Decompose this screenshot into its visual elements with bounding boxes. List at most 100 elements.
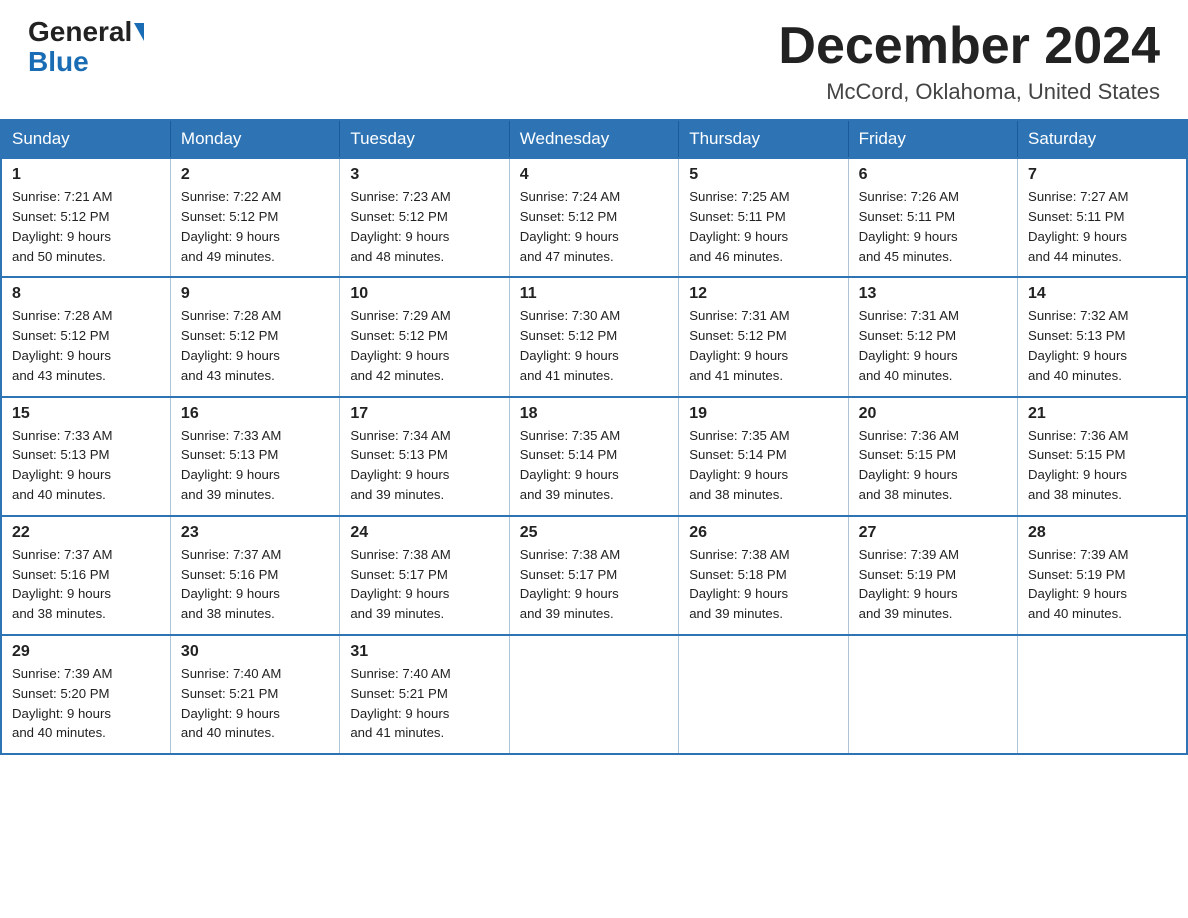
calendar-table: SundayMondayTuesdayWednesdayThursdayFrid… (0, 119, 1188, 755)
day-number: 16 (181, 405, 329, 423)
day-info: Sunrise: 7:33 AMSunset: 5:13 PMDaylight:… (181, 426, 329, 505)
calendar-header-saturday: Saturday (1018, 120, 1187, 158)
calendar-cell: 22 Sunrise: 7:37 AMSunset: 5:16 PMDayligh… (1, 516, 170, 635)
page-subtitle: McCord, Oklahoma, United States (778, 79, 1160, 105)
day-info: Sunrise: 7:29 AMSunset: 5:12 PMDaylight:… (350, 306, 498, 385)
day-number: 31 (350, 643, 498, 661)
day-info: Sunrise: 7:26 AMSunset: 5:11 PMDaylight:… (859, 187, 1007, 266)
day-number: 17 (350, 405, 498, 423)
day-info: Sunrise: 7:24 AMSunset: 5:12 PMDaylight:… (520, 187, 668, 266)
day-info: Sunrise: 7:28 AMSunset: 5:12 PMDaylight:… (12, 306, 160, 385)
day-number: 21 (1028, 405, 1176, 423)
calendar-cell: 5Sunrise: 7:25 AMSunset: 5:11 PMDaylight… (679, 158, 848, 277)
day-number: 9 (181, 285, 329, 303)
day-number: 13 (859, 285, 1007, 303)
day-number: 2 (181, 166, 329, 184)
day-number: 25 (520, 524, 668, 542)
day-number: 10 (350, 285, 498, 303)
calendar-header-friday: Friday (848, 120, 1017, 158)
day-number: 22 (12, 524, 160, 542)
calendar-cell: 2 Sunrise: 7:22 AMSunset: 5:12 PMDaylight… (170, 158, 339, 277)
calendar-cell: 8Sunrise: 7:28 AMSunset: 5:12 PMDaylight… (1, 277, 170, 396)
day-number: 7 (1028, 166, 1176, 184)
day-info: Sunrise: 7:39 AMSunset: 5:19 PMDaylight:… (859, 545, 1007, 624)
calendar-cell: 7 Sunrise: 7:27 AMSunset: 5:11 PMDaylight… (1018, 158, 1187, 277)
calendar-cell: 23Sunrise: 7:37 AMSunset: 5:16 PMDayligh… (170, 516, 339, 635)
calendar-cell: 17 Sunrise: 7:34 AMSunset: 5:13 PMDayligh… (340, 397, 509, 516)
page-header: General Blue December 2024 McCord, Oklah… (0, 0, 1188, 115)
calendar-cell (1018, 635, 1187, 754)
day-number: 30 (181, 643, 329, 661)
calendar-cell: 10 Sunrise: 7:29 AMSunset: 5:12 PMDayligh… (340, 277, 509, 396)
calendar-cell: 11 Sunrise: 7:30 AMSunset: 5:12 PMDayligh… (509, 277, 678, 396)
calendar-week-row: 8Sunrise: 7:28 AMSunset: 5:12 PMDaylight… (1, 277, 1187, 396)
day-info: Sunrise: 7:36 AMSunset: 5:15 PMDaylight:… (859, 426, 1007, 505)
calendar-cell: 29 Sunrise: 7:39 AMSunset: 5:20 PMDayligh… (1, 635, 170, 754)
logo-area: General Blue (28, 18, 146, 78)
day-number: 12 (689, 285, 837, 303)
calendar-cell: 1Sunrise: 7:21 AMSunset: 5:12 PMDaylight… (1, 158, 170, 277)
day-number: 29 (12, 643, 160, 661)
day-number: 20 (859, 405, 1007, 423)
logo-general: General (28, 18, 132, 46)
day-info: Sunrise: 7:30 AMSunset: 5:12 PMDaylight:… (520, 306, 668, 385)
day-info: Sunrise: 7:27 AMSunset: 5:11 PMDaylight:… (1028, 187, 1176, 266)
calendar-cell (679, 635, 848, 754)
day-number: 6 (859, 166, 1007, 184)
day-number: 15 (12, 405, 160, 423)
day-number: 18 (520, 405, 668, 423)
day-number: 5 (689, 166, 837, 184)
day-info: Sunrise: 7:21 AMSunset: 5:12 PMDaylight:… (12, 187, 160, 266)
day-info: Sunrise: 7:39 AMSunset: 5:20 PMDaylight:… (12, 664, 160, 743)
calendar-cell: 13 Sunrise: 7:31 AMSunset: 5:12 PMDayligh… (848, 277, 1017, 396)
day-number: 19 (689, 405, 837, 423)
title-area: December 2024 McCord, Oklahoma, United S… (778, 18, 1160, 105)
calendar-week-row: 1Sunrise: 7:21 AMSunset: 5:12 PMDaylight… (1, 158, 1187, 277)
calendar-header-sunday: Sunday (1, 120, 170, 158)
day-info: Sunrise: 7:36 AMSunset: 5:15 PMDaylight:… (1028, 426, 1176, 505)
day-info: Sunrise: 7:31 AMSunset: 5:12 PMDaylight:… (859, 306, 1007, 385)
page-title: December 2024 (778, 18, 1160, 75)
day-info: Sunrise: 7:35 AMSunset: 5:14 PMDaylight:… (520, 426, 668, 505)
day-number: 24 (350, 524, 498, 542)
calendar-cell: 21 Sunrise: 7:36 AMSunset: 5:15 PMDayligh… (1018, 397, 1187, 516)
calendar-cell: 9 Sunrise: 7:28 AMSunset: 5:12 PMDaylight… (170, 277, 339, 396)
day-info: Sunrise: 7:37 AMSunset: 5:16 PMDaylight:… (181, 545, 329, 624)
calendar-header-wednesday: Wednesday (509, 120, 678, 158)
day-number: 4 (520, 166, 668, 184)
day-info: Sunrise: 7:22 AMSunset: 5:12 PMDaylight:… (181, 187, 329, 266)
calendar-cell: 4 Sunrise: 7:24 AMSunset: 5:12 PMDaylight… (509, 158, 678, 277)
calendar-header-row: SundayMondayTuesdayWednesdayThursdayFrid… (1, 120, 1187, 158)
day-info: Sunrise: 7:38 AMSunset: 5:18 PMDaylight:… (689, 545, 837, 624)
calendar-cell: 24Sunrise: 7:38 AMSunset: 5:17 PMDayligh… (340, 516, 509, 635)
calendar-cell: 15Sunrise: 7:33 AMSunset: 5:13 PMDayligh… (1, 397, 170, 516)
calendar-cell: 25Sunrise: 7:38 AMSunset: 5:17 PMDayligh… (509, 516, 678, 635)
day-info: Sunrise: 7:35 AMSunset: 5:14 PMDaylight:… (689, 426, 837, 505)
calendar-cell: 12Sunrise: 7:31 AMSunset: 5:12 PMDayligh… (679, 277, 848, 396)
logo-blue: Blue (28, 46, 89, 78)
day-info: Sunrise: 7:39 AMSunset: 5:19 PMDaylight:… (1028, 545, 1176, 624)
calendar-cell: 30Sunrise: 7:40 AMSunset: 5:21 PMDayligh… (170, 635, 339, 754)
day-number: 11 (520, 285, 668, 303)
day-number: 28 (1028, 524, 1176, 542)
calendar-cell: 16 Sunrise: 7:33 AMSunset: 5:13 PMDayligh… (170, 397, 339, 516)
calendar-header-thursday: Thursday (679, 120, 848, 158)
day-info: Sunrise: 7:23 AMSunset: 5:12 PMDaylight:… (350, 187, 498, 266)
calendar-cell: 6 Sunrise: 7:26 AMSunset: 5:11 PMDaylight… (848, 158, 1017, 277)
day-number: 27 (859, 524, 1007, 542)
calendar-cell: 27 Sunrise: 7:39 AMSunset: 5:19 PMDayligh… (848, 516, 1017, 635)
logo-triangle-icon (134, 23, 144, 41)
calendar-cell: 14Sunrise: 7:32 AMSunset: 5:13 PMDayligh… (1018, 277, 1187, 396)
calendar-cell: 31 Sunrise: 7:40 AMSunset: 5:21 PMDayligh… (340, 635, 509, 754)
day-info: Sunrise: 7:34 AMSunset: 5:13 PMDaylight:… (350, 426, 498, 505)
calendar-cell: 20 Sunrise: 7:36 AMSunset: 5:15 PMDayligh… (848, 397, 1017, 516)
day-number: 3 (350, 166, 498, 184)
calendar-cell: 26Sunrise: 7:38 AMSunset: 5:18 PMDayligh… (679, 516, 848, 635)
day-number: 14 (1028, 285, 1176, 303)
day-info: Sunrise: 7:40 AMSunset: 5:21 PMDaylight:… (350, 664, 498, 743)
day-info: Sunrise: 7:28 AMSunset: 5:12 PMDaylight:… (181, 306, 329, 385)
calendar-week-row: 29 Sunrise: 7:39 AMSunset: 5:20 PMDayligh… (1, 635, 1187, 754)
calendar-header-tuesday: Tuesday (340, 120, 509, 158)
day-info: Sunrise: 7:37 AMSunset: 5:16 PMDaylight:… (12, 545, 160, 624)
calendar-cell: 3 Sunrise: 7:23 AMSunset: 5:12 PMDaylight… (340, 158, 509, 277)
